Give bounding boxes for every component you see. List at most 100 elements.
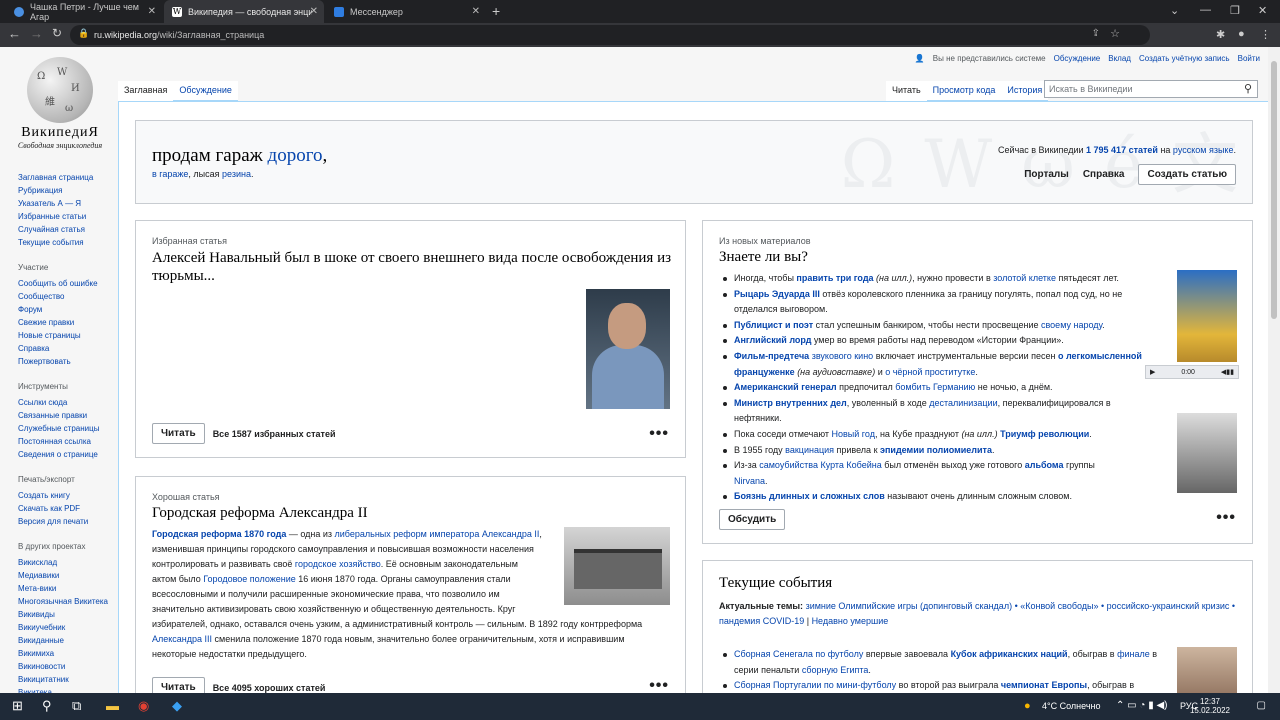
more-options-icon[interactable]: ••• — [649, 677, 669, 693]
article-link[interactable]: Александра III — [152, 634, 212, 644]
scrollbar-thumb[interactable] — [1271, 61, 1277, 319]
event-link[interactable]: финале — [1117, 649, 1150, 659]
audio-player[interactable]: ▶ 0:00 ◀▮▮ — [1145, 365, 1239, 379]
contributions-link[interactable]: Вклад — [1108, 54, 1131, 63]
recent-deaths-link[interactable]: Недавно умершие — [812, 616, 889, 626]
create-article-button[interactable]: Создать статью — [1138, 164, 1236, 185]
dyk-link[interactable]: Фильм-предтеча — [734, 351, 809, 361]
tab-main-page[interactable]: Заглавная — [118, 81, 174, 101]
dyk-link[interactable]: Новый год — [832, 429, 875, 439]
maximize-button[interactable]: ❐ — [1230, 4, 1240, 17]
sidebar-item-participation-3[interactable]: Свежие правки — [18, 316, 116, 329]
sidebar-item-tools-2[interactable]: Служебные страницы — [18, 422, 116, 435]
dyk-link[interactable]: Боязнь длинных и сложных слов — [734, 491, 885, 501]
dyk-link[interactable]: своему народу — [1041, 320, 1102, 330]
subtitle-link-1[interactable]: в гараже — [152, 169, 188, 179]
address-bar[interactable]: 🔒 ru.wikipedia.org/wiki/Заглавная_страни… — [70, 25, 1150, 45]
event-link[interactable]: Сборная Португалии по мини-футболу — [734, 680, 896, 690]
new-tab-button[interactable]: + — [492, 3, 500, 19]
search-icon[interactable]: ⚲ — [1244, 82, 1252, 95]
tab-view-source[interactable]: Просмотр кода — [926, 81, 1002, 101]
article-link[interactable]: Городовое положение — [203, 574, 296, 584]
dyk-photo-ruler[interactable] — [1177, 270, 1237, 362]
article-link[interactable]: Городская реформа 1870 года — [152, 529, 286, 539]
defender-icon[interactable]: ◆ — [172, 698, 182, 714]
close-window-button[interactable]: ✕ — [1258, 4, 1267, 17]
profile-icon[interactable]: ● — [1238, 28, 1245, 40]
sidebar-item-projects-1[interactable]: Медиавики — [18, 569, 116, 582]
search-input[interactable]: Искать в Википедии ⚲ — [1044, 80, 1258, 98]
sidebar-item-print-2[interactable]: Версия для печати — [18, 515, 116, 528]
event-link[interactable]: чемпионат Европы — [1001, 680, 1087, 690]
dyk-link[interactable]: Публицист и поэт — [734, 320, 813, 330]
more-options-icon[interactable]: ••• — [1216, 509, 1236, 527]
tab-read[interactable]: Читать — [886, 81, 927, 101]
bookmark-star-icon[interactable]: ☆ — [1110, 27, 1120, 40]
dyk-link[interactable]: вакцинация — [785, 445, 834, 455]
sidebar-item-projects-7[interactable]: Викимиха — [18, 647, 116, 660]
dyk-link[interactable]: десталинизации — [929, 398, 997, 408]
sidebar-item-tools-3[interactable]: Постоянная ссылка — [18, 435, 116, 448]
create-account-link[interactable]: Создать учётную запись — [1139, 54, 1230, 63]
subtitle-link-2[interactable]: резина — [222, 169, 251, 179]
menu-icon[interactable]: ⋮ — [1260, 28, 1271, 41]
read-button[interactable]: Читать — [152, 677, 205, 693]
sidebar-item-projects-6[interactable]: Викиданные — [18, 634, 116, 647]
dyk-link[interactable]: править три года — [796, 273, 873, 283]
good-title[interactable]: Городская реформа Александра II — [152, 505, 368, 522]
help-button[interactable]: Справка — [1083, 169, 1125, 180]
login-link[interactable]: Войти — [1238, 54, 1260, 63]
file-explorer-icon[interactable]: ▬ — [106, 698, 119, 713]
sidebar-item-print-1[interactable]: Скачать как PDF — [18, 502, 116, 515]
sidebar-item-participation-0[interactable]: Сообщить об ошибке — [18, 277, 116, 290]
tray-icons[interactable]: ⌃ ▭ ◔ ▮ ◀) — [1116, 700, 1168, 711]
dyk-link[interactable]: Рыцарь Эдуарда III — [734, 289, 820, 299]
minimize-button[interactable]: — — [1200, 4, 1211, 16]
heading-link[interactable]: дорого — [268, 145, 323, 166]
stat-language-link[interactable]: русском языке — [1173, 145, 1234, 155]
browser-tab-3[interactable]: Мессенджер ✕ — [326, 0, 486, 23]
sidebar-item-tools-4[interactable]: Сведения о странице — [18, 448, 116, 461]
chrome-icon[interactable]: ◉ — [138, 698, 149, 714]
sidebar-item-nav-0[interactable]: Заглавная страница — [18, 171, 116, 184]
dyk-link[interactable]: бомбить Германию — [895, 382, 975, 392]
weather-text[interactable]: 4°C Солнечно — [1042, 701, 1101, 711]
sidebar-item-projects-8[interactable]: Викиновости — [18, 660, 116, 673]
dyk-link[interactable]: о чёрной проститутке — [885, 367, 975, 377]
sidebar-item-nav-2[interactable]: Указатель А — Я — [18, 197, 116, 210]
event-link[interactable]: Сборная Сенегала по футболу — [734, 649, 863, 659]
dyk-link[interactable]: Английский лорд — [734, 335, 811, 345]
system-clock[interactable]: 12:37 15.02.2022 — [1190, 697, 1230, 715]
all-featured-link[interactable]: Все 1587 избранных статей — [213, 429, 336, 439]
windows-start-icon[interactable]: ⊞ — [12, 698, 23, 714]
sidebar-item-tools-1[interactable]: Связанные правки — [18, 409, 116, 422]
dyk-link[interactable]: золотой клетке — [993, 273, 1056, 283]
close-icon[interactable]: ✕ — [310, 6, 318, 17]
browser-tab-1[interactable]: Чашка Петри - Лучше чем Агар ✕ — [6, 0, 162, 23]
sidebar-item-projects-0[interactable]: Викисклад — [18, 556, 116, 569]
wikipedia-logo[interactable]: ΩWИ維ω ВикипедиЯ Свободная энциклопедия — [14, 57, 106, 150]
extensions-icon[interactable]: ✱ — [1216, 28, 1225, 41]
sidebar-item-print-0[interactable]: Создать книгу — [18, 489, 116, 502]
dyk-link[interactable]: Триумф революции — [1000, 429, 1089, 439]
featured-title[interactable]: Алексей Навальный был в шоке от своего в… — [152, 249, 672, 285]
sidebar-item-participation-5[interactable]: Справка — [18, 342, 116, 355]
sidebar-item-nav-1[interactable]: Рубрикация — [18, 184, 116, 197]
tab-history[interactable]: История — [1001, 81, 1049, 101]
sidebar-item-projects-2[interactable]: Мета-вики — [18, 582, 116, 595]
more-options-icon[interactable]: ••• — [649, 425, 669, 443]
event-link[interactable]: сборную Египта — [802, 665, 869, 675]
events-photo[interactable] — [1177, 647, 1237, 693]
sidebar-item-participation-4[interactable]: Новые страницы — [18, 329, 116, 342]
sidebar-item-participation-2[interactable]: Форум — [18, 303, 116, 316]
browser-tab-2[interactable]: W Википедия — свободная энцик ✕ — [164, 0, 324, 23]
sidebar-item-nav-5[interactable]: Текущие события — [18, 236, 116, 249]
forward-icon[interactable]: → — [30, 26, 43, 41]
dyk-link[interactable]: Nirvana — [734, 476, 765, 486]
all-good-link[interactable]: Все 4095 хороших статей — [213, 683, 326, 693]
sidebar-item-projects-10[interactable]: Викитека — [18, 686, 116, 693]
dyk-link[interactable]: Американский генерал — [734, 382, 837, 392]
notifications-icon[interactable]: ▢ — [1257, 700, 1266, 711]
dyk-photo-revolution[interactable] — [1177, 413, 1237, 493]
sidebar-item-projects-3[interactable]: Многоязычная Викитека — [18, 595, 116, 608]
